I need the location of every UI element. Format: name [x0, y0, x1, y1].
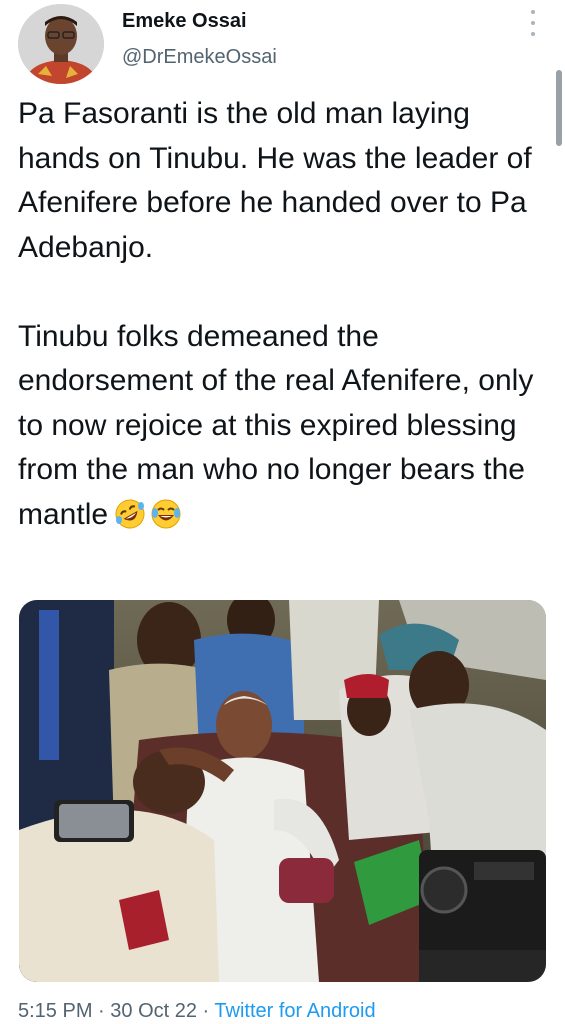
avatar[interactable]: [18, 4, 104, 84]
rolling-on-floor-laughing-emoji: [115, 499, 145, 528]
scrollbar[interactable]: [556, 70, 562, 146]
separator: ·: [196, 1000, 215, 1022]
tweet-photo[interactable]: [19, 600, 546, 982]
photo-image: [19, 600, 546, 982]
display-name[interactable]: Emeke Ossai: [122, 10, 247, 33]
tweet-time[interactable]: 5:15 PM: [18, 1000, 92, 1022]
tweet-date[interactable]: 30 Oct 22: [110, 1000, 197, 1022]
separator: ·: [92, 1000, 111, 1022]
tweet-text: Pa Fasoranti is the old man laying hands…: [18, 92, 550, 543]
avatar-image: [18, 4, 104, 84]
client-link[interactable]: Twitter for Android: [214, 1000, 375, 1022]
tweet-timestamp: 5:15 PM · 30 Oct 22 · Twitter for Androi…: [18, 1000, 376, 1023]
more-options-icon[interactable]: [524, 10, 542, 36]
tweet-body: Pa Fasoranti is the old man laying hands…: [18, 97, 534, 531]
user-handle[interactable]: @DrEmekeOssai: [122, 46, 277, 69]
tears-of-joy-emoji: [151, 499, 181, 528]
